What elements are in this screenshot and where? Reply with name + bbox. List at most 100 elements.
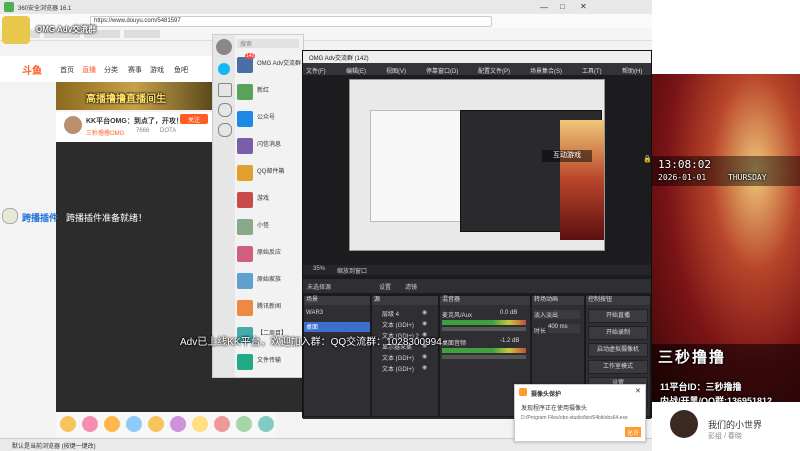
interactive-game-button[interactable]: 互动游戏 [542, 150, 592, 162]
qq-chat-item[interactable]: 游戏 [235, 188, 303, 216]
gift-icon[interactable] [214, 416, 230, 432]
bookmark-item[interactable] [124, 30, 160, 38]
qq-search-input[interactable]: 搜索 [237, 39, 299, 48]
nav-category[interactable]: 分类 [104, 65, 118, 75]
volume-slider[interactable] [442, 355, 526, 359]
obs-menu-item[interactable]: 工具(T) [582, 66, 602, 75]
visibility-icon[interactable]: ◉ [422, 364, 427, 371]
stream-tag[interactable]: 三秒撸撸OMG [86, 128, 124, 137]
control-button[interactable]: 工作室模式 [588, 360, 648, 374]
browser-logo-icon [4, 2, 14, 12]
chat-item-name: 游戏 [257, 196, 270, 202]
chat-avatar [237, 219, 253, 235]
streamer-avatar[interactable] [64, 116, 82, 134]
duration-label: 时长 [534, 329, 547, 335]
follow-button[interactable]: 关注 [180, 114, 208, 124]
shield-icon [519, 388, 527, 396]
qq-chat-item[interactable]: 原始反应 [235, 242, 303, 270]
gift-icon[interactable] [104, 416, 120, 432]
volume-meter [442, 348, 526, 353]
qq-chat-item[interactable]: 文件传输 [235, 350, 303, 378]
tab-browser[interactable]: 360安全浏览器 16.1 [18, 3, 71, 12]
url-input[interactable]: https://www.douyu.com/5481597 [90, 16, 492, 27]
gift-icon[interactable] [170, 416, 186, 432]
space-icon[interactable] [218, 103, 232, 117]
maximize-icon[interactable]: □ [560, 2, 565, 11]
chat-item-name: 小怪 [257, 223, 270, 229]
nav-live[interactable]: 直播 [82, 65, 96, 75]
gift-icon[interactable] [60, 416, 76, 432]
chat-overlay-label: Adv已上线KK平台，欢迎加入群：QQ交流群：1028300994 [180, 337, 442, 348]
transition-select[interactable]: 淡入淡出 [534, 310, 580, 319]
volume-slider[interactable] [442, 327, 526, 331]
clock-date: 2026-01-01 [658, 173, 707, 182]
obs-menu-item[interactable]: 文件(F) [306, 66, 326, 75]
settings-button[interactable]: 设置 [379, 282, 391, 291]
chat-avatar [237, 138, 253, 154]
gift-icon[interactable] [192, 416, 208, 432]
visibility-icon[interactable]: ◉ [422, 320, 427, 327]
qq-user-avatar[interactable] [216, 39, 232, 55]
gift-icon[interactable] [148, 416, 164, 432]
message-icon[interactable] [218, 63, 230, 75]
obs-menu-item[interactable]: 场景集合(S) [530, 66, 562, 75]
gift-icon[interactable] [236, 416, 252, 432]
nav-games[interactable]: 游戏 [150, 65, 164, 75]
address-bar: ‹ › ↻ https://www.douyu.com/5481597 [0, 14, 652, 29]
nav-home[interactable]: 首页 [60, 65, 74, 75]
qq-chat-item[interactable]: OMG Adv交流群 142 [235, 53, 303, 81]
qq-chat-item[interactable]: 新红 [235, 80, 303, 108]
scene-item[interactable]: WAR3 [306, 310, 368, 320]
chat-item-name: 原始反应 [257, 250, 282, 256]
chat-avatar [237, 192, 253, 208]
overlay-title: OMG Adv交流群 [36, 25, 97, 34]
contacts-icon[interactable] [218, 83, 232, 97]
visibility-icon[interactable]: ◉ [422, 309, 427, 316]
qq-chat-item[interactable]: 公众号 [235, 107, 303, 135]
qq-chat-item[interactable]: 原始家族 [235, 269, 303, 297]
qq-chat-item[interactable]: 腾讯新闻 [235, 296, 303, 324]
chat-panel: 我们的小世界 彭组 / 春晓 [652, 402, 800, 450]
zoom-level[interactable]: 35% [313, 266, 325, 272]
lock-icon[interactable]: 🔒 [643, 155, 652, 165]
duration-input[interactable]: 400 ms [548, 324, 580, 333]
settings-icon[interactable] [218, 123, 232, 137]
source-item[interactable]: 文本 (GDI+) [382, 353, 414, 362]
douyu-logo[interactable]: 斗鱼 [22, 62, 42, 77]
filter-button[interactable]: 滤镜 [405, 282, 417, 291]
channel-name: 三秒撸撸 [658, 349, 727, 366]
chat-avatar[interactable] [670, 410, 698, 438]
obs-menu-item[interactable]: 帮助(H) [622, 66, 642, 75]
gift-icon[interactable] [126, 416, 142, 432]
nav-events[interactable]: 赛事 [128, 65, 142, 75]
qq-chat-item[interactable]: 小怪 [235, 215, 303, 243]
chat-title: 我们的小世界 [708, 420, 763, 430]
minimize-icon[interactable]: — [540, 3, 548, 12]
control-button[interactable]: 启动虚拟摄像机 [588, 343, 648, 357]
obs-menu-item[interactable]: 停靠窗口(D) [426, 66, 458, 75]
qq-chat-item[interactable]: 闪信消息 [235, 134, 303, 162]
plugin-ready-text: 跨播插件准备就绪！ [66, 213, 148, 223]
close-icon[interactable]: ✕ [580, 2, 587, 11]
gift-icon[interactable] [82, 416, 98, 432]
obs-menu-item[interactable]: 编辑(E) [346, 66, 366, 75]
visibility-icon[interactable]: ◉ [422, 353, 427, 360]
source-item[interactable]: 文本 (GDI+) [382, 320, 414, 329]
obs-window: OMG Adv交流群 (142) 文件(F) 编辑(E) 视图(V) 停靠窗口(D) 配… [302, 50, 652, 419]
control-button[interactable]: 开始录制 [588, 326, 648, 340]
qq-group-label: QQ交流群： [330, 337, 387, 348]
allow-button[interactable]: 允许 [625, 427, 641, 437]
mixer-track-name: 麦克风/Aux [442, 313, 473, 319]
fit-window-select[interactable]: 缩放到窗口 [337, 266, 367, 275]
source-item[interactable]: 层级 4 [382, 309, 399, 318]
qq-chat-item[interactable]: QQ邮件箱 [235, 161, 303, 189]
control-button[interactable]: 开始直播 [588, 309, 648, 323]
stream-title: KK平台OMG：到点了，开攻！ [86, 118, 183, 125]
close-icon[interactable]: ✕ [635, 387, 641, 395]
nav-fishbar[interactable]: 鱼吧 [174, 65, 188, 75]
obs-menu-item[interactable]: 视图(V) [386, 66, 406, 75]
obs-menu-item[interactable]: 配置文件(P) [478, 66, 510, 75]
gift-icon[interactable] [258, 416, 274, 432]
source-item[interactable]: 文本 (GDI+) [382, 364, 414, 373]
scene-item[interactable]: 桌面 [304, 322, 370, 332]
